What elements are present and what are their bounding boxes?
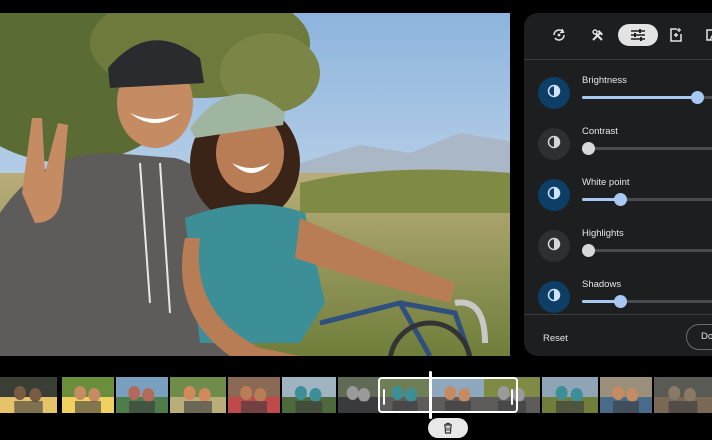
auto-enhance-icon [553, 28, 565, 41]
timeline-frame [0, 377, 57, 413]
brightness-slider[interactable] [582, 91, 712, 104]
video-timeline[interactable] [0, 377, 712, 413]
white-point-toggle-button[interactable] [538, 179, 570, 211]
contrast-slider[interactable] [582, 142, 712, 155]
reset-button[interactable]: Reset [543, 333, 568, 344]
divider [524, 59, 712, 60]
brightness-toggle-button[interactable] [538, 77, 570, 109]
tab-export-frame[interactable] [665, 24, 687, 46]
timeline-frame [116, 377, 168, 413]
white-point-slider-thumb[interactable] [614, 193, 627, 206]
timeline-frame [62, 377, 114, 413]
playhead-handle[interactable] [429, 371, 432, 419]
contrast-slider-thumb[interactable] [582, 142, 595, 155]
adjust-sliders-icon [631, 29, 645, 41]
shadows-slider-thumb[interactable] [614, 295, 627, 308]
brightness-icon [547, 84, 561, 103]
brightness-slider-thumb[interactable] [691, 91, 704, 104]
contrast-icon [547, 135, 561, 154]
white-point-icon [547, 186, 561, 205]
divider [524, 314, 712, 315]
adjustment-shadows: Shadows [524, 277, 712, 317]
brightness-label: Brightness [582, 75, 627, 86]
timeline-frame [170, 377, 226, 413]
adjust-panel: Brightness Contrast White point Highlights S… [524, 13, 712, 356]
tools-icon [592, 29, 603, 41]
trim-handle-right[interactable] [511, 389, 513, 405]
timeline-frame [228, 377, 280, 413]
timeline-frame [600, 377, 652, 413]
shadows-label: Shadows [582, 279, 622, 290]
delete-button[interactable] [428, 418, 468, 438]
tab-auto-enhance[interactable] [548, 24, 570, 46]
timeline-frame [654, 377, 712, 413]
frame-export-icon [670, 28, 682, 42]
shadows-toggle-button[interactable] [538, 281, 570, 313]
timeline-frame [282, 377, 336, 413]
filters-icon [706, 29, 712, 41]
timeline-frame [542, 377, 598, 413]
timeline-frame [338, 377, 380, 413]
highlights-slider[interactable] [582, 244, 712, 257]
adjustment-contrast: Contrast [524, 124, 712, 164]
highlights-slider-thumb[interactable] [582, 244, 595, 257]
trim-selection[interactable] [378, 377, 518, 413]
adjustment-white-point: White point [524, 175, 712, 215]
white-point-label: White point [582, 177, 630, 188]
tab-filters[interactable] [702, 24, 712, 46]
contrast-label: Contrast [582, 126, 618, 137]
highlights-toggle-button[interactable] [538, 230, 570, 262]
adjustment-highlights: Highlights [524, 226, 712, 266]
shadows-icon [547, 288, 561, 307]
brightness-slider-fill [582, 96, 697, 99]
shadows-slider[interactable] [582, 295, 712, 308]
done-button[interactable]: Do [686, 324, 712, 350]
trim-handle-left[interactable] [383, 389, 385, 405]
contrast-toggle-button[interactable] [538, 128, 570, 160]
tab-tools[interactable] [587, 24, 609, 46]
trash-icon [444, 422, 452, 434]
video-preview [0, 13, 510, 356]
highlights-icon [547, 237, 561, 256]
highlights-label: Highlights [582, 228, 624, 239]
tool-tabs [524, 13, 712, 59]
tab-adjust[interactable] [618, 24, 658, 46]
white-point-slider[interactable] [582, 193, 712, 206]
adjustment-brightness: Brightness [524, 73, 712, 113]
